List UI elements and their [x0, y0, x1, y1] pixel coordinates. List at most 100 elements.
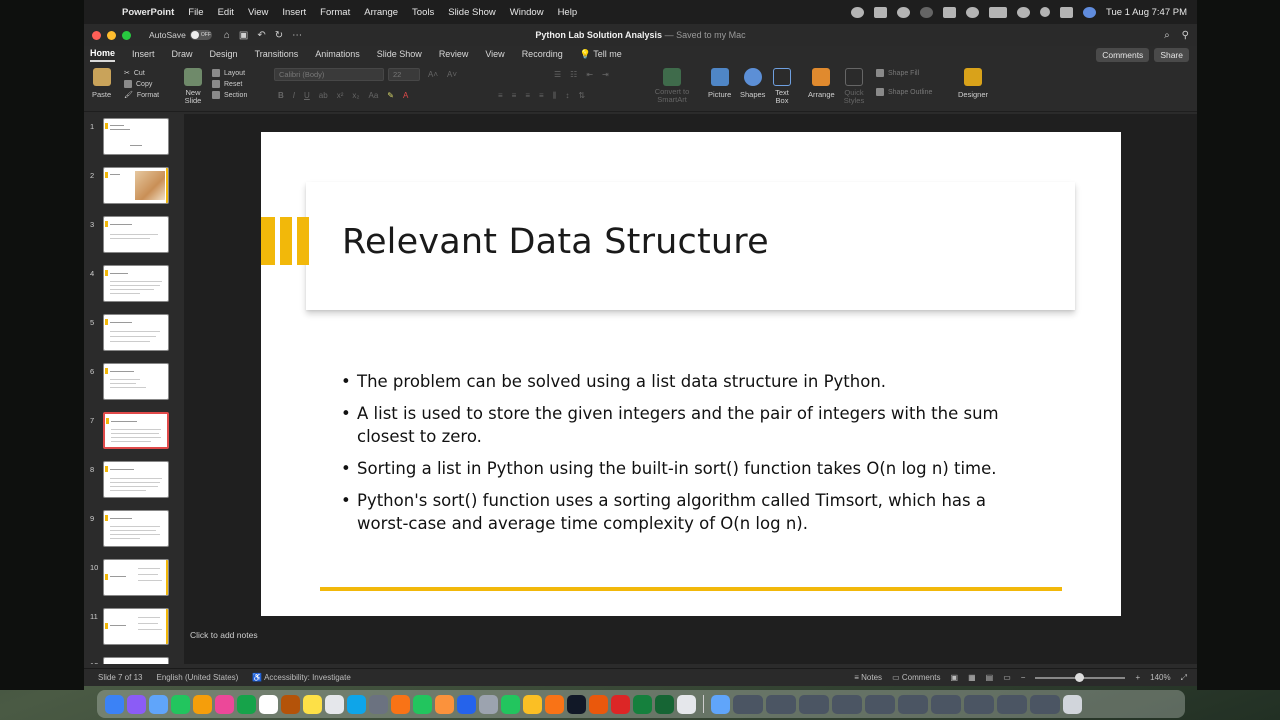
safari-icon[interactable]: [149, 694, 168, 714]
notes-toggle[interactable]: ≡ Notes: [854, 673, 882, 682]
menu-arrange[interactable]: Arrange: [364, 7, 398, 18]
menu-window[interactable]: Window: [510, 7, 544, 18]
reading-view-icon[interactable]: ▤: [986, 673, 994, 682]
downloads-folder-icon[interactable]: [711, 694, 730, 714]
change-case-icon[interactable]: Aa: [368, 91, 378, 100]
zoom-slider[interactable]: [1035, 672, 1126, 682]
bullets-icon[interactable]: ☰: [554, 70, 561, 79]
align-left-icon[interactable]: ≡: [498, 91, 503, 101]
font-size-select[interactable]: 22: [388, 68, 420, 81]
autosave-toggle[interactable]: OFF: [189, 30, 212, 40]
autosave-control[interactable]: AutoSave OFF: [149, 30, 212, 40]
strikethrough-icon[interactable]: ab: [319, 91, 328, 100]
current-slide[interactable]: Relevant Data Structure • The problem can…: [261, 132, 1121, 616]
tab-transitions[interactable]: Transitions: [255, 49, 299, 61]
menu-insert[interactable]: Insert: [282, 7, 306, 18]
sublime-icon[interactable]: [589, 694, 608, 714]
thumbnail-slide-3[interactable]: 3: [84, 216, 184, 256]
menu-tools[interactable]: Tools: [412, 7, 434, 18]
menu-format[interactable]: Format: [320, 7, 350, 18]
tab-animations[interactable]: Animations: [315, 49, 360, 61]
shape-outline-button[interactable]: Shape Outline: [876, 88, 932, 96]
window-thumbnail[interactable]: [964, 694, 994, 714]
more-icon[interactable]: ⋯: [292, 30, 302, 41]
section-button[interactable]: Section: [212, 91, 247, 99]
text-direction-icon[interactable]: ⇅: [578, 91, 585, 101]
finder-icon[interactable]: [105, 694, 124, 714]
messages-icon[interactable]: [171, 694, 190, 714]
window-thumbnail[interactable]: [997, 694, 1027, 714]
format-painter-button[interactable]: 🖌 Format: [124, 91, 159, 100]
thumbnail-slide-9[interactable]: 9: [84, 510, 184, 550]
cut-button[interactable]: ✂ Cut: [124, 69, 159, 78]
trash-icon[interactable]: [1063, 694, 1082, 714]
underline-icon[interactable]: U: [304, 91, 310, 100]
designer-button[interactable]: Designer: [958, 68, 988, 99]
control-center-icon[interactable]: [1060, 6, 1074, 18]
notes-placeholder[interactable]: Click to add notes: [190, 630, 258, 640]
convert-smartart-button[interactable]: Convert to SmartArt: [652, 68, 692, 104]
search-icon[interactable]: [1040, 7, 1051, 17]
window-thumbnail[interactable]: [799, 694, 829, 714]
shield-icon[interactable]: [943, 6, 957, 18]
thumbnail-slide-5[interactable]: 5: [84, 314, 184, 354]
slide-sorter-icon[interactable]: ▦: [968, 673, 976, 682]
accessibility-check[interactable]: ♿ Accessibility: Investigate: [252, 673, 350, 682]
menu-help[interactable]: Help: [558, 7, 578, 18]
slide-body-textbox[interactable]: • The problem can be solved using a list …: [341, 370, 1041, 544]
notes-app-icon[interactable]: [303, 694, 322, 714]
layout-button[interactable]: Layout: [212, 69, 247, 77]
justify-icon[interactable]: ≡: [539, 91, 544, 101]
terminal-icon[interactable]: [567, 694, 586, 714]
maximize-window-button[interactable]: [122, 30, 131, 40]
close-window-button[interactable]: [92, 30, 101, 40]
superscript-icon[interactable]: x²: [337, 91, 344, 100]
window-thumbnail[interactable]: [766, 694, 796, 714]
system-settings-icon[interactable]: [479, 694, 498, 714]
decrease-indent-icon[interactable]: ⇤: [586, 70, 593, 79]
firefox-icon[interactable]: [545, 694, 564, 714]
music-icon[interactable]: [391, 694, 410, 714]
play-icon[interactable]: [966, 6, 980, 18]
undo-icon[interactable]: ↶: [257, 30, 265, 41]
line-spacing-icon[interactable]: ↕: [565, 91, 569, 101]
moon-icon[interactable]: [920, 6, 934, 18]
subscript-icon[interactable]: x₂: [352, 91, 359, 100]
tab-design[interactable]: Design: [210, 49, 238, 61]
launchpad-icon[interactable]: [127, 694, 146, 714]
cloud-icon[interactable]: [897, 6, 911, 18]
freeform-icon[interactable]: [347, 694, 366, 714]
thumbnail-slide-1[interactable]: 1: [84, 118, 184, 158]
app-status-icon[interactable]: [874, 6, 888, 18]
paste-button[interactable]: Paste: [92, 68, 111, 99]
record-icon[interactable]: [851, 6, 865, 18]
reminders-icon[interactable]: [325, 694, 344, 714]
thumbnail-slide-4[interactable]: 4: [84, 265, 184, 305]
fit-to-window-icon[interactable]: ⤢: [1181, 673, 1187, 683]
wifi-icon[interactable]: [1017, 6, 1031, 18]
text-box-button[interactable]: Text Box: [772, 68, 792, 105]
numbers-icon[interactable]: [413, 694, 432, 714]
slide-title[interactable]: Relevant Data Structure: [342, 222, 769, 262]
font-color-icon[interactable]: A: [403, 91, 408, 100]
minimize-window-button[interactable]: [107, 30, 116, 40]
save-icon[interactable]: ▣: [239, 30, 248, 41]
picture-button[interactable]: Picture: [708, 68, 731, 99]
tab-view[interactable]: View: [485, 49, 504, 61]
thumbnail-slide-11[interactable]: 11: [84, 608, 184, 648]
bold-icon[interactable]: B: [278, 91, 284, 100]
window-thumbnail[interactable]: [733, 694, 763, 714]
tab-slide-show[interactable]: Slide Show: [377, 49, 422, 61]
numbering-icon[interactable]: ☷: [570, 70, 577, 79]
normal-view-icon[interactable]: ▣: [951, 673, 959, 682]
facetime-icon[interactable]: [237, 694, 256, 714]
window-thumbnail[interactable]: [898, 694, 928, 714]
zoom-out-icon[interactable]: −: [1021, 673, 1026, 682]
menu-file[interactable]: File: [188, 7, 203, 18]
battery-icon[interactable]: [989, 6, 1008, 18]
share-link-icon[interactable]: ⚲: [1182, 30, 1189, 41]
copy-button[interactable]: Copy: [124, 80, 159, 88]
language-indicator[interactable]: English (United States): [156, 673, 238, 682]
app-store-icon[interactable]: [457, 694, 476, 714]
maps-icon[interactable]: [193, 694, 212, 714]
